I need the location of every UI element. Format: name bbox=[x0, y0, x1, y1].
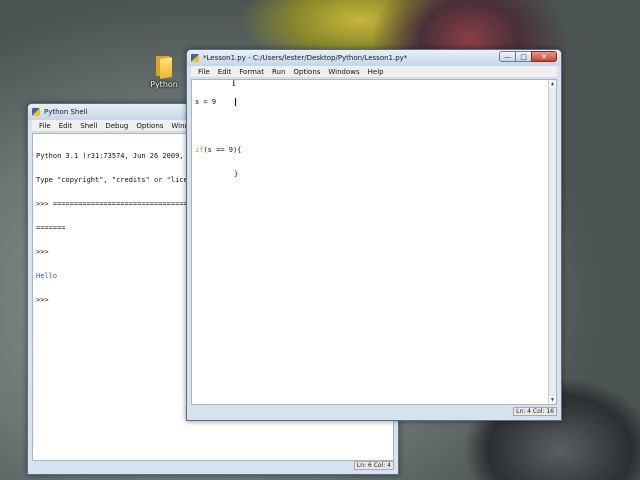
folder-icon bbox=[154, 54, 174, 79]
editor-titlebar[interactable]: *Lesson1.py - C:/Users/lester/Desktop/Py… bbox=[187, 50, 561, 66]
editor-title: *Lesson1.py - C:/Users/lester/Desktop/Py… bbox=[203, 54, 408, 62]
code-line-3: } bbox=[234, 170, 239, 178]
code-line-2: if(s == 9){ bbox=[195, 146, 553, 154]
shell-title: Python Shell bbox=[44, 108, 88, 116]
editor-menu-windows[interactable]: Windows bbox=[324, 68, 363, 76]
maximize-button[interactable]: □ bbox=[515, 51, 532, 62]
ibeam-cursor-icon: I bbox=[232, 79, 236, 89]
editor-menu-format[interactable]: Format bbox=[235, 68, 268, 76]
editor-menubar: File Edit Format Run Options Windows Hel… bbox=[191, 66, 557, 78]
python-icon bbox=[32, 108, 40, 116]
window-controls: — □ ✕ bbox=[499, 51, 557, 62]
editor-menu-run[interactable]: Run bbox=[268, 68, 289, 76]
code-line-1: s = 9 bbox=[195, 98, 217, 106]
shell-menu-file[interactable]: File bbox=[35, 122, 55, 130]
editor-scrollbar[interactable]: ▲ ▼ bbox=[548, 80, 556, 404]
editor-window[interactable]: *Lesson1.py - C:/Users/lester/Desktop/Py… bbox=[186, 49, 562, 421]
minimize-button[interactable]: — bbox=[499, 51, 516, 62]
desktop-folder-label: Python bbox=[150, 80, 178, 89]
shell-menu-shell[interactable]: Shell bbox=[76, 122, 101, 130]
python-icon bbox=[191, 54, 199, 62]
scroll-down-icon[interactable]: ▼ bbox=[549, 396, 556, 404]
shell-menu-options[interactable]: Options bbox=[132, 122, 167, 130]
editor-menu-edit[interactable]: Edit bbox=[214, 68, 236, 76]
editor-menu-help[interactable]: Help bbox=[364, 68, 388, 76]
editor-status: Ln: 4 Col: 16 bbox=[513, 407, 557, 416]
close-button[interactable]: ✕ bbox=[531, 51, 557, 62]
editor-menu-options[interactable]: Options bbox=[289, 68, 324, 76]
shell-menu-debug[interactable]: Debug bbox=[101, 122, 132, 130]
editor-text-area[interactable]: s = 9 if(s == 9){ } I ▲ ▼ bbox=[191, 79, 557, 405]
scroll-up-icon[interactable]: ▲ bbox=[549, 80, 556, 88]
editor-menu-file[interactable]: File bbox=[194, 68, 214, 76]
code-line-2-rest: (s == 9){ bbox=[203, 146, 242, 154]
shell-menu-edit[interactable]: Edit bbox=[55, 122, 77, 130]
text-cursor bbox=[235, 98, 236, 106]
shell-status: Ln: 6 Col: 4 bbox=[353, 461, 394, 470]
desktop-folder-python[interactable]: Python bbox=[146, 54, 182, 89]
